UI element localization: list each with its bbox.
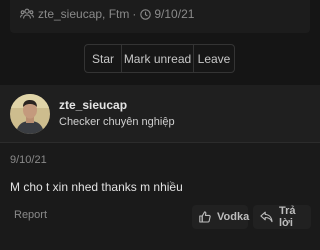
clock-icon bbox=[140, 8, 152, 20]
thread-date: 9/10/21 bbox=[154, 7, 195, 21]
message-post: zte_sieucap Checker chuyên nghiệp 9/10/2… bbox=[0, 85, 320, 250]
thread-actions: Star Mark unread Leave bbox=[84, 44, 235, 73]
post-date[interactable]: 9/10/21 bbox=[10, 154, 47, 166]
post-message: M cho t xin nhed thanks m nhiều bbox=[10, 180, 183, 194]
meta-separator: · bbox=[132, 7, 137, 21]
thread-header-card: zte_sieucap, Ftm · 9/10/21 bbox=[10, 0, 310, 33]
like-button[interactable]: Vodka bbox=[192, 205, 250, 229]
thread-participants[interactable]: zte_sieucap, Ftm bbox=[38, 7, 129, 21]
post-username[interactable]: zte_sieucap bbox=[59, 98, 127, 112]
reply-label: Trả lời bbox=[279, 205, 296, 229]
leave-button[interactable]: Leave bbox=[193, 45, 234, 72]
post-header: zte_sieucap Checker chuyên nghiệp bbox=[0, 85, 320, 143]
avatar[interactable] bbox=[10, 94, 50, 134]
reply-icon bbox=[260, 211, 279, 223]
users-icon bbox=[20, 8, 34, 20]
report-link[interactable]: Report bbox=[14, 209, 47, 221]
post-user-title: Checker chuyên nghiệp bbox=[59, 116, 175, 128]
thumbs-up-icon bbox=[199, 211, 217, 223]
like-label: Vodka bbox=[217, 211, 250, 223]
thread-meta: zte_sieucap, Ftm · 9/10/21 bbox=[20, 7, 194, 21]
mark-unread-button[interactable]: Mark unread bbox=[121, 45, 193, 72]
reply-button[interactable]: Trả lời bbox=[253, 205, 311, 229]
star-button[interactable]: Star bbox=[85, 45, 121, 72]
